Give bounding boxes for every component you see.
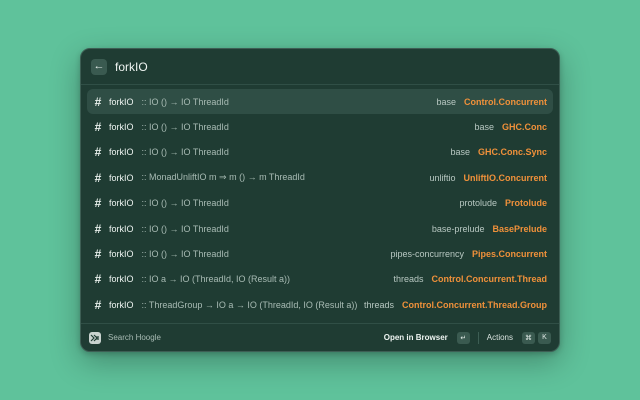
open-in-browser-button[interactable]: Open in Browser xyxy=(384,333,448,342)
result-name: forkIO xyxy=(109,122,134,133)
result-row[interactable]: # forkIO:: IO () → IO ThreadId base GHC.Con… xyxy=(87,140,553,165)
result-signature: :: IO () → IO ThreadId xyxy=(141,147,229,158)
result-signature: :: IO () → IO ThreadId xyxy=(141,249,229,260)
action-bar: Search Hoogle Open in Browser ↵ Actions … xyxy=(81,323,559,351)
launcher-window: ← #forkIO:: IO () → IO ThreadIdbaseContr… xyxy=(80,48,560,352)
search-bar: ← xyxy=(81,49,559,85)
result-name: forkIO xyxy=(109,223,134,234)
command-key-hint: ⌘ xyxy=(522,331,535,344)
result-package: protolude xyxy=(459,198,497,209)
result-package: pipes-concurrency xyxy=(390,249,464,260)
result-package: base xyxy=(450,147,470,158)
result-row[interactable]: # forkIO:: MonadUnliftIO m ⇒ m () → m Thr… xyxy=(87,165,553,190)
result-row[interactable]: # forkIO:: IO () → IO ThreadId protolude Pr… xyxy=(87,191,553,216)
result-module: Control.Concurrent.Thread.Group xyxy=(402,299,547,310)
result-module: GHC.Conc.Sync xyxy=(477,147,547,158)
enter-key-hint: ↵ xyxy=(456,331,470,344)
hoogle-icon xyxy=(89,331,101,344)
k-key-hint: K xyxy=(538,331,551,344)
result-signature: :: IO () → IO ThreadId xyxy=(141,96,229,107)
hash-icon: # xyxy=(94,94,102,109)
result-signature: :: IO () → IO ThreadId xyxy=(141,198,229,209)
back-button[interactable]: ← xyxy=(91,58,107,75)
result-module: BasePrelude xyxy=(492,223,547,234)
hash-icon: # xyxy=(94,170,102,185)
result-row[interactable]: # forkIO:: IO () → IO ThreadId base-prelud… xyxy=(87,216,553,241)
result-signature: :: IO () → IO ThreadId xyxy=(141,223,229,234)
result-module: GHC.Conc xyxy=(502,122,547,133)
result-row[interactable]: # forkIO:: IO () → IO ThreadId base GHC.Con… xyxy=(87,114,553,139)
result-row[interactable]: # forkIO:: IO a → IO (ThreadId, IO (Resul… xyxy=(87,267,553,292)
result-signature: :: ThreadGroup → IO a → IO (ThreadId, IO… xyxy=(141,299,358,310)
result-module: UnliftIO.Concurrent xyxy=(463,172,548,183)
result-signature: :: IO () → IO ThreadId xyxy=(141,122,229,133)
result-signature: :: IO a → IO (ThreadId, IO (Result a)) xyxy=(141,274,291,285)
result-name: forkIO xyxy=(109,172,134,183)
hash-icon: # xyxy=(94,297,102,312)
result-name: forkIO xyxy=(109,299,134,310)
result-package: base-prelude xyxy=(431,223,485,234)
result-row[interactable]: # forkIO:: ThreadGroup → IO a → IO (Threa… xyxy=(87,292,553,317)
result-module: Protolude xyxy=(505,198,547,209)
result-row[interactable]: # forkIO:: IO () → IO ThreadId pipes-concu… xyxy=(87,241,553,266)
result-name: forkIO xyxy=(109,249,134,260)
result-package: threads xyxy=(393,274,424,285)
hash-icon: # xyxy=(94,247,102,262)
hash-icon: # xyxy=(94,120,102,135)
result-module: Control.Concurrent xyxy=(464,96,547,107)
result-package: base xyxy=(474,122,494,133)
result-name: forkIO xyxy=(109,147,134,158)
result-package: unliftio xyxy=(429,172,456,183)
footer-title: Search Hoogle xyxy=(108,333,161,342)
actions-button[interactable]: Actions xyxy=(487,333,513,342)
result-row[interactable]: # forkIO:: IO () → IO ThreadId base Control… xyxy=(87,89,553,115)
result-package: base xyxy=(436,96,456,107)
result-name: forkIO xyxy=(109,198,134,209)
hash-icon: # xyxy=(94,221,102,236)
results-list: # forkIO:: IO () → IO ThreadId base Control… xyxy=(81,85,559,318)
arrow-left-icon: ← xyxy=(93,60,105,72)
result-module: Control.Concurrent.Thread xyxy=(431,274,547,285)
hash-icon: # xyxy=(94,272,102,287)
hash-icon: # xyxy=(94,196,102,211)
hash-icon: # xyxy=(94,145,102,160)
divider xyxy=(477,331,479,344)
result-name: forkIO xyxy=(109,96,134,107)
result-name: forkIO xyxy=(109,274,134,285)
result-signature: :: MonadUnliftIO m ⇒ m () → m ThreadId xyxy=(141,172,305,183)
result-module: Pipes.Concurrent xyxy=(471,249,547,260)
result-package: threads xyxy=(363,299,394,310)
search-input[interactable] xyxy=(115,59,549,74)
